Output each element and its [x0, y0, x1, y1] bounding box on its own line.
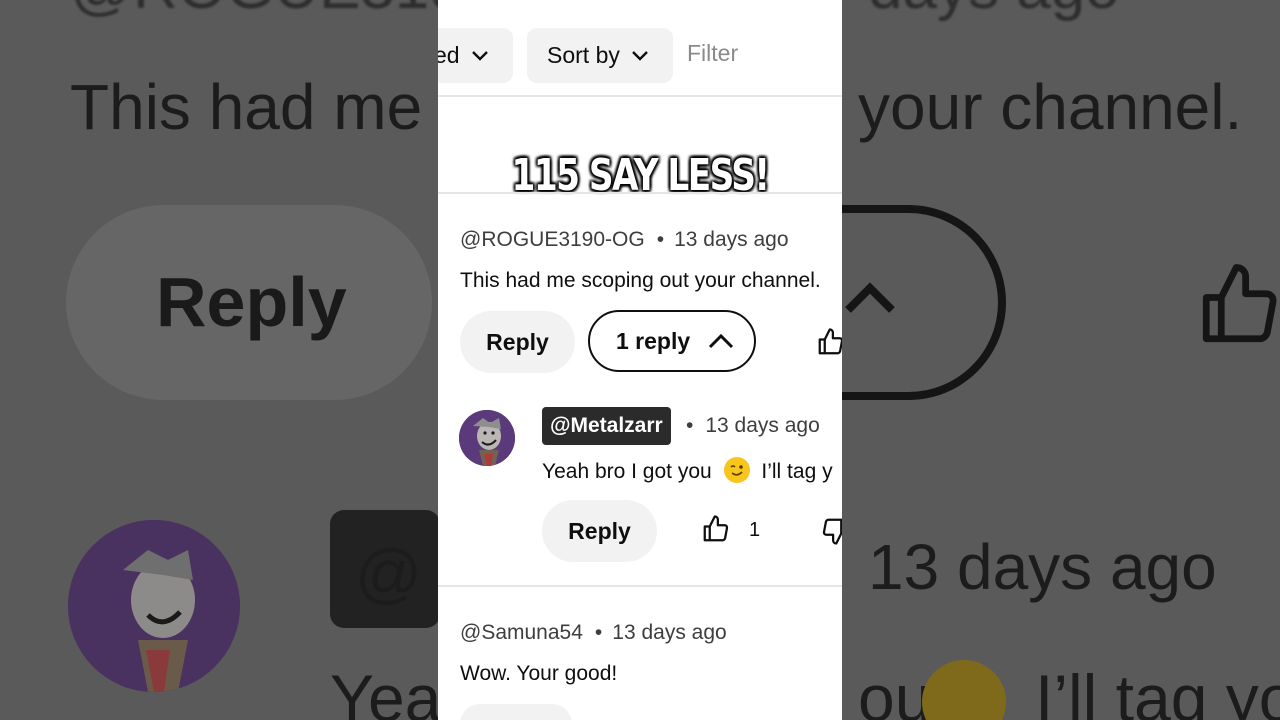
filter-label[interactable]: Filter — [687, 40, 738, 67]
bg-comment-right: your channel. — [858, 71, 1243, 143]
reply-button[interactable]: Reply — [542, 500, 657, 562]
reply-text-end: I’ll tag y — [761, 460, 833, 483]
reply-button[interactable] — [460, 704, 572, 720]
reply-meta: • 13 days ago — [686, 414, 820, 438]
bg-reply-right: I’ll tag yo — [1035, 661, 1280, 720]
separator-dot: • — [594, 621, 603, 644]
sort-by-label: Sort by — [547, 42, 620, 68]
comment-text: This had me scoping out your channel. — [460, 269, 821, 292]
divider — [438, 192, 842, 194]
bg-top-date: days ago — [868, 0, 1120, 23]
bg-chevron-up-icon — [845, 282, 895, 313]
chevron-down-icon — [632, 50, 648, 61]
thumbs-up-icon[interactable] — [701, 513, 731, 545]
thumbs-down-icon[interactable] — [820, 515, 842, 547]
comment-time: 13 days ago — [612, 621, 727, 644]
thumbs-up-icon[interactable] — [816, 326, 842, 358]
reply-text-start: Yeah bro I got you — [542, 460, 712, 483]
comment-meta: @ROGUE3190-OG • 13 days ago — [460, 228, 789, 252]
bg-badge-text: @ — [355, 536, 422, 610]
comment-handle[interactable]: @Samuna54 — [460, 621, 583, 644]
sort-by-chip[interactable]: Sort by — [527, 28, 673, 83]
bg-avatar — [68, 520, 240, 692]
bg-thumbs-up-icon — [1202, 264, 1277, 343]
bg-reply-date: 13 days ago — [868, 531, 1217, 603]
avatar[interactable] — [459, 410, 515, 466]
reply-time: 13 days ago — [705, 414, 820, 437]
wink-emoji — [723, 457, 750, 483]
reply-text: Yeah bro I got you I’ll tag y — [542, 457, 833, 484]
bg-wink-emoji — [922, 660, 1006, 720]
reply-button[interactable]: Reply — [460, 311, 575, 373]
chevron-down-icon — [471, 50, 488, 61]
divider — [438, 585, 842, 587]
like-count: 1 — [749, 519, 761, 541]
bg-reply-label: Reply — [156, 263, 347, 341]
newest-chip-label: ed — [438, 42, 460, 68]
comments-panel: ed Sort by Filter 115 SAY LESS! @ROGUE31… — [438, 0, 842, 720]
comment-time: 13 days ago — [674, 228, 789, 251]
separator-dot: • — [656, 228, 665, 251]
comment-text: Wow. Your good! — [460, 662, 618, 685]
bg-reply-mid: ou — [858, 661, 932, 720]
divider — [438, 95, 842, 97]
reply-handle-badge[interactable]: @Metalzarr — [542, 407, 671, 445]
chevron-up-icon — [709, 333, 734, 349]
newest-chip[interactable]: ed — [438, 28, 513, 83]
comment-handle[interactable]: @ROGUE3190-OG — [460, 228, 645, 251]
separator-dot: • — [686, 414, 694, 437]
bg-reply-left: Yea — [330, 661, 442, 720]
replies-toggle-button[interactable]: 1 reply — [588, 310, 756, 372]
bg-comment-left: This had me — [70, 71, 423, 143]
comment-meta: @Samuna54 • 13 days ago — [460, 621, 727, 645]
replies-toggle-label: 1 reply — [616, 327, 691, 354]
